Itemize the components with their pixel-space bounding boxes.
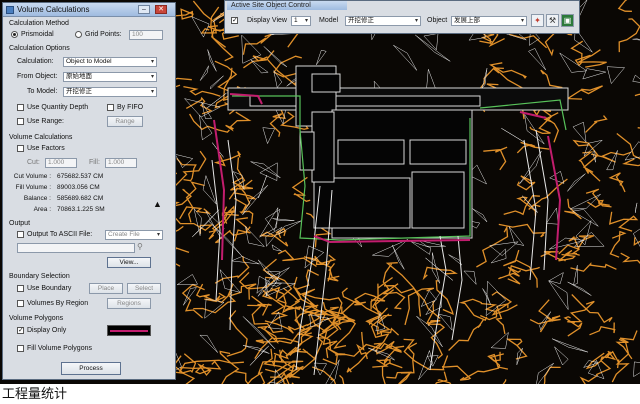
to-model-label: To Model: xyxy=(27,88,58,95)
polygon-color-swatch[interactable] xyxy=(107,325,151,336)
balance-label: Balance : xyxy=(23,195,51,202)
fill-volume-polygons-label: Fill Volume Polygons xyxy=(27,345,92,352)
process-button[interactable]: Process xyxy=(61,362,121,375)
calculation-select[interactable]: Object to Model ▾ xyxy=(63,57,157,67)
area-value: 70863.1.225 SM xyxy=(57,206,105,213)
chevron-down-icon: ▾ xyxy=(520,18,524,24)
calculation-method-heading: Calculation Method xyxy=(9,20,69,27)
prismoidal-radio[interactable] xyxy=(11,31,18,38)
volume-calculations-heading: Volume Calculations xyxy=(9,134,73,141)
to-model-value: 开挖修正 xyxy=(66,88,92,95)
use-factors-checkbox[interactable] xyxy=(17,145,24,152)
chevron-down-icon: ▾ xyxy=(150,59,154,65)
use-boundary-checkbox[interactable] xyxy=(17,285,24,292)
dialog-titlebar[interactable]: Volume Calculations – ✕ xyxy=(3,3,175,17)
balance-value: 585689.682 CM xyxy=(57,195,104,202)
pick-object-icon[interactable]: ✦ xyxy=(531,14,544,27)
toolbar-title[interactable]: Active Site Object Control xyxy=(227,1,347,10)
object-select[interactable]: 发展上部 ▾ xyxy=(451,16,527,26)
from-object-select[interactable]: 原始地面 ▾ xyxy=(63,72,157,82)
regions-button[interactable]: Regions xyxy=(107,298,151,309)
chevron-down-icon: ▾ xyxy=(150,89,154,95)
to-model-select[interactable]: 开挖修正 ▾ xyxy=(63,87,157,97)
cut-label: Cut: xyxy=(27,159,40,166)
app-icon xyxy=(6,6,14,14)
model-select[interactable]: 开挖修正 ▾ xyxy=(345,16,421,26)
use-range-label: Use Range: xyxy=(27,118,64,125)
use-factors-label: Use Factors xyxy=(27,145,65,152)
chevron-down-icon: ▾ xyxy=(414,18,418,24)
output-mode-select[interactable]: Create File ▾ xyxy=(105,230,163,240)
fill-label: Fill: xyxy=(89,159,100,166)
fill-volume-label: Fill Volume : xyxy=(15,184,51,191)
display-view-value: 1 xyxy=(294,17,298,24)
paint-icon[interactable]: ▣ xyxy=(561,14,574,27)
tool-icon[interactable]: ⚒ xyxy=(546,14,559,27)
cut-volume-value: 675682.537 CM xyxy=(57,173,104,180)
use-quantity-depth-checkbox[interactable] xyxy=(17,104,24,111)
output-ascii-label: Output To ASCII File: xyxy=(27,231,93,238)
calculation-options-heading: Calculation Options xyxy=(9,45,70,52)
cut-factor-input[interactable]: 1.000 xyxy=(45,158,77,168)
from-object-value: 原始地面 xyxy=(66,73,92,80)
grid-points-radio[interactable] xyxy=(75,31,82,38)
fill-factor-input[interactable]: 1.000 xyxy=(105,158,137,168)
active-site-object-control[interactable]: Active Site Object Control Display View … xyxy=(224,0,580,34)
object-value: 发展上部 xyxy=(454,17,480,24)
volumes-by-region-label: Volumes By Region xyxy=(27,300,89,307)
display-view-label: Display View xyxy=(247,17,287,24)
dialog-title: Volume Calculations xyxy=(17,5,90,14)
area-label: Area : xyxy=(33,206,51,213)
use-quantity-depth-label: Use Quantity Depth xyxy=(27,104,89,111)
ascii-file-path-input[interactable] xyxy=(17,243,135,253)
chevron-down-icon: ▾ xyxy=(304,18,308,24)
prismoidal-label: Prismoidal xyxy=(21,31,54,38)
volume-calculations-dialog[interactable]: Volume Calculations – ✕ Calculation Meth… xyxy=(2,2,176,380)
fill-volume-polygons-checkbox[interactable] xyxy=(17,345,24,352)
browse-icon[interactable]: ⚲ xyxy=(137,242,143,251)
grid-points-label: Grid Points: xyxy=(85,31,122,38)
chevron-down-icon: ▾ xyxy=(156,232,160,238)
by-fifo-label: By FIFO xyxy=(117,104,144,111)
output-mode-value: Create File xyxy=(108,231,140,238)
model-value: 开挖修正 xyxy=(348,17,374,24)
display-view-select[interactable]: 1 ▾ xyxy=(291,16,311,26)
volume-polygons-heading: Volume Polygons xyxy=(9,315,64,322)
place-button[interactable]: Place xyxy=(89,283,123,294)
collapse-arrow-icon[interactable]: ▲ xyxy=(153,199,162,209)
fill-volume-value: 89003.056 CM xyxy=(57,184,100,191)
range-button[interactable]: Range xyxy=(107,116,143,127)
minimize-icon[interactable]: – xyxy=(138,5,150,14)
cut-volume-label: Cut Volume : xyxy=(13,173,51,180)
object-label: Object xyxy=(427,17,448,24)
swatch-color-line xyxy=(110,330,148,332)
view-button[interactable]: View... xyxy=(107,257,151,268)
calculation-label: Calculation: xyxy=(17,58,54,65)
close-icon[interactable]: ✕ xyxy=(155,5,167,14)
model-label: Model xyxy=(319,17,339,24)
from-object-label: From Object: xyxy=(17,73,58,80)
display-only-label: Display Only xyxy=(27,327,67,334)
calculation-value: Object to Model xyxy=(66,58,112,65)
use-range-checkbox[interactable] xyxy=(17,118,24,125)
chevron-down-icon: ▾ xyxy=(150,74,154,80)
grid-points-input[interactable]: 100 xyxy=(129,30,163,40)
use-boundary-label: Use Boundary xyxy=(27,285,72,292)
output-ascii-checkbox[interactable] xyxy=(17,231,24,238)
select-button[interactable]: Select xyxy=(127,283,161,294)
figure-caption: 工程量统计 xyxy=(2,387,68,402)
volumes-by-region-checkbox[interactable] xyxy=(17,300,24,307)
display-only-checkbox[interactable] xyxy=(17,326,24,334)
toolbar-toggle-checkbox[interactable] xyxy=(231,16,238,24)
output-heading: Output xyxy=(9,220,31,227)
boundary-selection-heading: Boundary Selection xyxy=(9,273,70,280)
by-fifo-checkbox[interactable] xyxy=(107,104,114,111)
